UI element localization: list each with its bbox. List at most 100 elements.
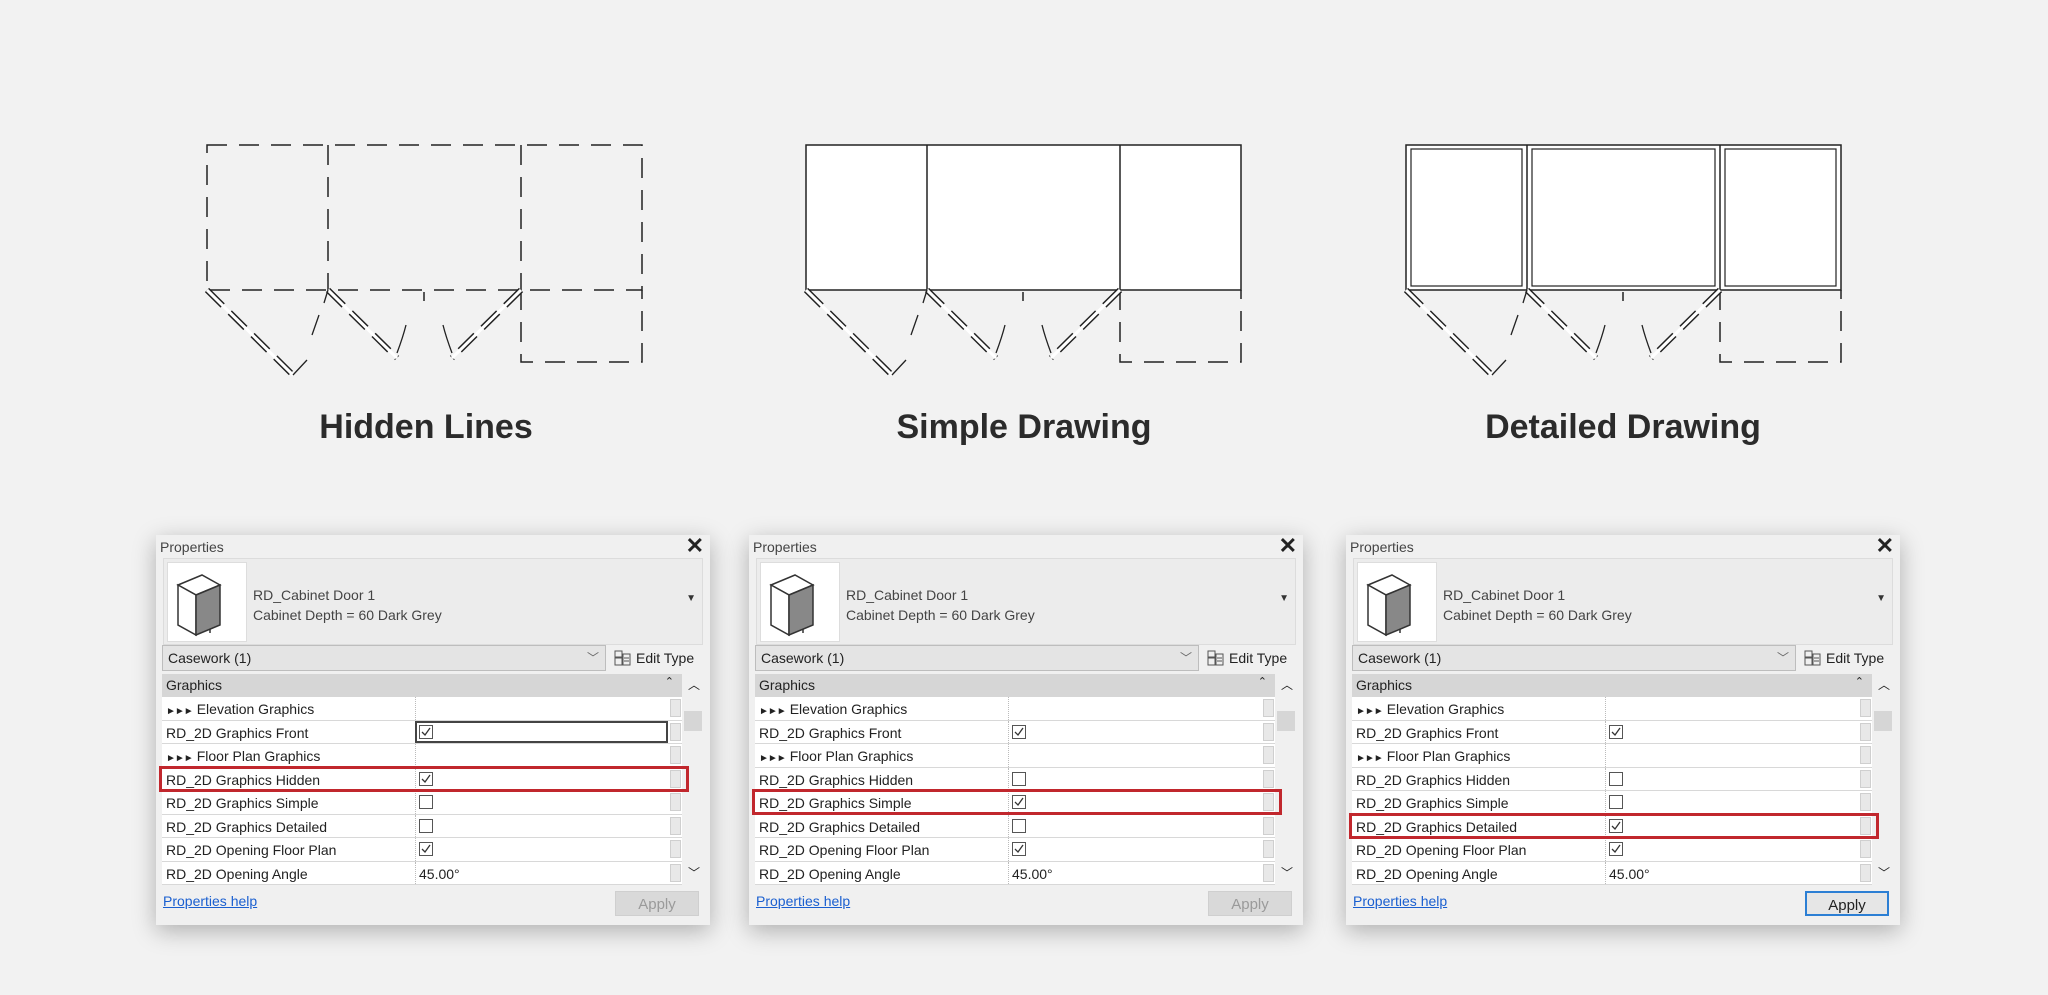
property-value[interactable] xyxy=(415,720,668,743)
property-row[interactable]: RD_2D Graphics Hidden xyxy=(1352,767,1872,791)
apply-button[interactable]: Apply xyxy=(1208,891,1292,916)
property-value[interactable] xyxy=(1008,697,1261,720)
instance-selector[interactable]: Casework (1) ﹀ xyxy=(162,645,606,671)
properties-help-link[interactable]: Properties help xyxy=(756,893,850,909)
close-icon[interactable]: ✕ xyxy=(1279,533,1297,559)
checkbox[interactable] xyxy=(1012,724,1026,739)
property-value[interactable] xyxy=(415,838,668,861)
property-value[interactable] xyxy=(415,814,668,837)
scroll-up-icon[interactable]: ︿ xyxy=(688,676,700,693)
checkbox[interactable] xyxy=(1012,795,1026,809)
dropdown-arrow-icon[interactable]: ▼ xyxy=(1279,593,1289,604)
instance-selector[interactable]: Casework (1) ﹀ xyxy=(1352,645,1796,671)
property-row[interactable]: RD_2D Graphics Detailed xyxy=(162,814,682,838)
property-row[interactable]: ►►► Floor Plan Graphics xyxy=(162,744,682,768)
scroll-thumb[interactable] xyxy=(1277,711,1295,731)
apply-button[interactable]: Apply xyxy=(1805,891,1889,916)
checkbox[interactable] xyxy=(419,724,433,739)
property-value[interactable]: 45.00° xyxy=(1605,861,1858,884)
property-value[interactable] xyxy=(415,791,668,814)
property-row[interactable]: RD_2D Opening Angle 45.00° xyxy=(755,861,1275,885)
group-header[interactable]: Graphics⌃⌃ xyxy=(755,674,1275,711)
scrollbar[interactable]: ︿ ﹀ xyxy=(1277,674,1297,886)
property-value[interactable] xyxy=(1008,838,1261,861)
property-value[interactable] xyxy=(1605,744,1858,767)
scroll-down-icon[interactable]: ﹀ xyxy=(1878,864,1890,881)
scroll-down-icon[interactable]: ﹀ xyxy=(688,864,700,881)
group-header[interactable]: Graphics⌃⌃ xyxy=(1352,674,1872,711)
property-value[interactable] xyxy=(415,697,668,720)
property-row[interactable]: RD_2D Graphics Front xyxy=(162,720,682,744)
property-value[interactable] xyxy=(1605,697,1858,720)
property-value[interactable] xyxy=(1605,791,1858,814)
close-icon[interactable]: ✕ xyxy=(686,533,704,559)
property-row[interactable]: ►►► Floor Plan Graphics xyxy=(1352,744,1872,768)
property-value[interactable] xyxy=(1605,814,1858,837)
property-row[interactable]: RD_2D Opening Floor Plan xyxy=(162,838,682,862)
property-value[interactable] xyxy=(1605,838,1858,861)
property-row[interactable]: RD_2D Graphics Simple xyxy=(1352,791,1872,815)
scroll-thumb[interactable] xyxy=(684,711,702,731)
scroll-up-icon[interactable]: ︿ xyxy=(1281,676,1293,693)
checkbox[interactable] xyxy=(419,771,433,786)
checkbox[interactable] xyxy=(419,818,433,833)
properties-help-link[interactable]: Properties help xyxy=(1353,893,1447,909)
property-value[interactable] xyxy=(415,767,668,790)
edit-type-button[interactable]: Edit Type xyxy=(614,645,694,671)
property-row[interactable]: RD_2D Opening Floor Plan xyxy=(1352,838,1872,862)
checkbox[interactable] xyxy=(1012,771,1026,786)
property-row[interactable]: RD_2D Graphics Front xyxy=(755,720,1275,744)
checkbox[interactable] xyxy=(1609,795,1623,809)
property-value[interactable]: 45.00° xyxy=(415,861,668,884)
property-row[interactable]: RD_2D Graphics Hidden xyxy=(755,767,1275,791)
property-row[interactable]: RD_2D Graphics Front xyxy=(1352,720,1872,744)
close-icon[interactable]: ✕ xyxy=(1876,533,1894,559)
property-value[interactable] xyxy=(1008,720,1261,743)
property-row[interactable]: ►►► Elevation Graphics xyxy=(162,697,682,721)
scrollbar[interactable]: ︿ ﹀ xyxy=(684,674,704,886)
property-value[interactable] xyxy=(1008,791,1261,814)
checkbox[interactable] xyxy=(1609,818,1623,833)
checkbox[interactable] xyxy=(1012,818,1026,833)
edit-type-button[interactable]: Edit Type xyxy=(1207,645,1287,671)
property-row[interactable]: RD_2D Opening Angle 45.00° xyxy=(1352,861,1872,885)
scroll-down-icon[interactable]: ﹀ xyxy=(1281,864,1293,881)
checkbox[interactable] xyxy=(419,795,433,809)
type-selector[interactable]: RD_Cabinet Door 1 Cabinet Depth = 60 Dark… xyxy=(163,558,703,645)
value-text[interactable]: 45.00° xyxy=(419,866,460,882)
edit-type-button[interactable]: Edit Type xyxy=(1804,645,1884,671)
property-row[interactable]: RD_2D Graphics Simple xyxy=(755,791,1275,815)
property-value[interactable] xyxy=(415,744,668,767)
checkbox[interactable] xyxy=(1609,771,1623,786)
property-row[interactable]: RD_2D Opening Floor Plan xyxy=(755,838,1275,862)
property-row[interactable]: ►►► Elevation Graphics xyxy=(755,697,1275,721)
checkbox[interactable] xyxy=(419,842,433,856)
group-header[interactable]: Graphics⌃⌃ xyxy=(162,674,682,711)
scrollbar[interactable]: ︿ ﹀ xyxy=(1874,674,1894,886)
property-value[interactable] xyxy=(1008,767,1261,790)
instance-selector[interactable]: Casework (1) ﹀ xyxy=(755,645,1199,671)
checkbox[interactable] xyxy=(1609,724,1623,739)
property-row[interactable]: RD_2D Graphics Simple xyxy=(162,791,682,815)
scroll-thumb[interactable] xyxy=(1874,711,1892,731)
apply-button[interactable]: Apply xyxy=(615,891,699,916)
properties-help-link[interactable]: Properties help xyxy=(163,893,257,909)
checkbox[interactable] xyxy=(1609,842,1623,856)
property-row[interactable]: ►►► Elevation Graphics xyxy=(1352,697,1872,721)
value-text[interactable]: 45.00° xyxy=(1609,866,1650,882)
property-value[interactable] xyxy=(1605,720,1858,743)
type-selector[interactable]: RD_Cabinet Door 1 Cabinet Depth = 60 Dark… xyxy=(756,558,1296,645)
scroll-up-icon[interactable]: ︿ xyxy=(1878,676,1890,693)
value-text[interactable]: 45.00° xyxy=(1012,866,1053,882)
type-selector[interactable]: RD_Cabinet Door 1 Cabinet Depth = 60 Dark… xyxy=(1353,558,1893,645)
property-row[interactable]: RD_2D Graphics Detailed xyxy=(1352,814,1872,838)
dropdown-arrow-icon[interactable]: ▼ xyxy=(686,593,696,604)
property-row[interactable]: RD_2D Graphics Hidden xyxy=(162,767,682,791)
property-value[interactable] xyxy=(1605,767,1858,790)
property-value[interactable] xyxy=(1008,814,1261,837)
checkbox[interactable] xyxy=(1012,842,1026,856)
property-value[interactable]: 45.00° xyxy=(1008,861,1261,884)
property-row[interactable]: RD_2D Opening Angle 45.00° xyxy=(162,861,682,885)
property-row[interactable]: RD_2D Graphics Detailed xyxy=(755,814,1275,838)
dropdown-arrow-icon[interactable]: ▼ xyxy=(1876,593,1886,604)
